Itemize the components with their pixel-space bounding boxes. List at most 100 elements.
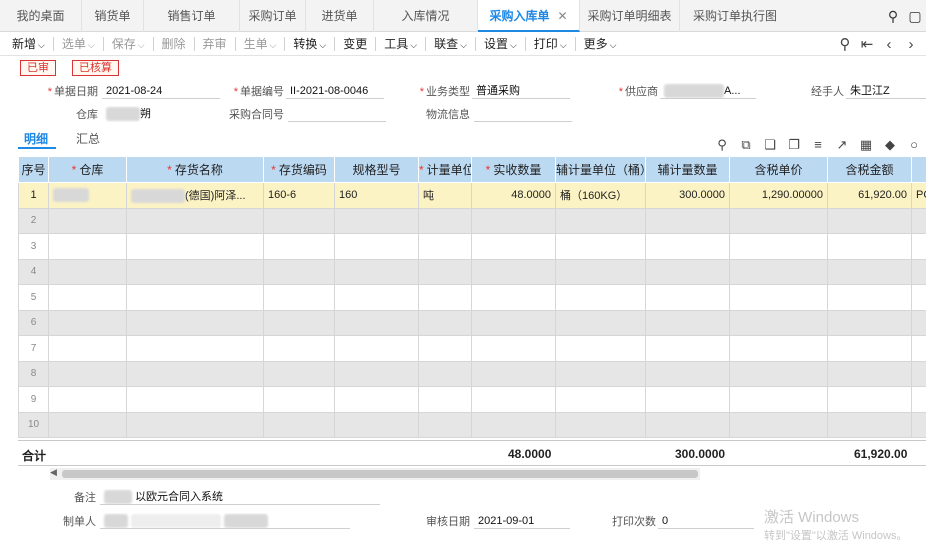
warehouse-input[interactable]: 朔 bbox=[102, 106, 162, 122]
table-row[interactable]: 6 bbox=[18, 309, 926, 336]
tab-po-detail[interactable]: 采购订单明细表 bbox=[580, 0, 680, 32]
cell[interactable] bbox=[48, 335, 127, 362]
cell-unit[interactable]: 吨 bbox=[418, 182, 472, 209]
tab-purchase-order[interactable]: 采购订单 bbox=[240, 0, 306, 32]
cell[interactable] bbox=[645, 411, 730, 438]
cell[interactable] bbox=[645, 258, 730, 285]
cell[interactable] bbox=[645, 360, 730, 387]
cell[interactable] bbox=[729, 258, 828, 285]
close-icon[interactable]: ✕ bbox=[557, 9, 567, 23]
linked-query-button[interactable]: 联查 ⌵ bbox=[428, 32, 473, 56]
table-row[interactable]: 2 bbox=[18, 207, 926, 234]
cell[interactable] bbox=[418, 411, 472, 438]
unaudit-button[interactable]: 弃审 bbox=[197, 32, 233, 56]
cell[interactable] bbox=[471, 284, 556, 311]
cell[interactable] bbox=[555, 386, 646, 413]
cell-amount[interactable]: 61,920.00 bbox=[827, 182, 912, 209]
cell[interactable] bbox=[263, 386, 335, 413]
location-icon[interactable]: ⚲ bbox=[710, 137, 734, 153]
cell-aux-unit[interactable]: 桶（160KG） bbox=[555, 182, 646, 209]
cell[interactable] bbox=[827, 335, 912, 362]
cell[interactable] bbox=[555, 207, 646, 234]
cell[interactable] bbox=[911, 258, 926, 285]
col-header-amount[interactable]: 含税金额 bbox=[827, 156, 912, 183]
cell[interactable] bbox=[263, 207, 335, 234]
col-header-aux-unit[interactable]: 辅计量单位（桶） bbox=[555, 156, 646, 183]
col-header-index[interactable]: 序号 bbox=[18, 156, 49, 183]
col-header-item-name[interactable]: * 存货名称 bbox=[126, 156, 264, 183]
cell[interactable] bbox=[555, 335, 646, 362]
cell[interactable] bbox=[48, 258, 127, 285]
cell[interactable] bbox=[471, 233, 556, 260]
subtab-detail[interactable]: 明细 bbox=[24, 130, 48, 147]
cell-extra[interactable]: PC bbox=[911, 182, 926, 209]
cell[interactable] bbox=[126, 207, 264, 234]
col-header-aux-qty[interactable]: 辅计量数量 bbox=[645, 156, 730, 183]
col-header-spec[interactable]: 规格型号 bbox=[334, 156, 419, 183]
cell[interactable] bbox=[729, 386, 828, 413]
cell[interactable] bbox=[645, 386, 730, 413]
cell-spec[interactable]: 160 bbox=[334, 182, 419, 209]
cell[interactable] bbox=[729, 207, 828, 234]
cell[interactable] bbox=[126, 309, 264, 336]
cell[interactable] bbox=[645, 335, 730, 362]
cell[interactable] bbox=[126, 411, 264, 438]
find-icon[interactable]: ⚲ bbox=[834, 35, 856, 53]
cell[interactable] bbox=[645, 309, 730, 336]
cell[interactable] bbox=[48, 386, 127, 413]
cell[interactable] bbox=[911, 309, 926, 336]
cell[interactable] bbox=[126, 233, 264, 260]
table-row[interactable]: 9 bbox=[18, 386, 926, 413]
cell[interactable] bbox=[555, 233, 646, 260]
cell[interactable] bbox=[555, 309, 646, 336]
cell-price[interactable]: 1,290.00000 bbox=[729, 182, 828, 209]
cell[interactable] bbox=[827, 386, 912, 413]
supplier-input[interactable]: A... bbox=[660, 83, 756, 99]
cell-aux-qty[interactable]: 300.0000 bbox=[645, 182, 730, 209]
tab-my-desktop[interactable]: 我的桌面 bbox=[0, 0, 82, 32]
cell[interactable] bbox=[645, 233, 730, 260]
cell[interactable] bbox=[263, 284, 335, 311]
col-header-qty[interactable]: * 实收数量 bbox=[471, 156, 556, 183]
tab-sales-delivery[interactable]: 销货单 bbox=[82, 0, 144, 32]
col-header-extra[interactable] bbox=[911, 156, 926, 183]
cell[interactable] bbox=[263, 233, 335, 260]
cell[interactable] bbox=[48, 309, 127, 336]
batch-icon[interactable]: ❐ bbox=[782, 137, 806, 153]
cell[interactable] bbox=[729, 233, 828, 260]
cell[interactable] bbox=[729, 411, 828, 438]
horizontal-scrollbar[interactable]: ◀ bbox=[50, 467, 700, 480]
code-input[interactable]: II-2021-08-0046 bbox=[286, 83, 384, 99]
cell[interactable] bbox=[334, 258, 419, 285]
cell[interactable] bbox=[48, 284, 127, 311]
copy-row-icon[interactable]: ⧉ bbox=[734, 137, 758, 153]
cell[interactable] bbox=[827, 233, 912, 260]
cell[interactable] bbox=[729, 335, 828, 362]
first-record-icon[interactable]: ⇤ bbox=[856, 35, 878, 53]
cell[interactable] bbox=[555, 411, 646, 438]
cell[interactable] bbox=[911, 284, 926, 311]
cell[interactable] bbox=[911, 411, 926, 438]
cell[interactable] bbox=[729, 360, 828, 387]
cell[interactable] bbox=[911, 386, 926, 413]
col-header-item-code[interactable]: * 存货编码 bbox=[263, 156, 335, 183]
cell[interactable] bbox=[418, 386, 472, 413]
select-button[interactable]: 选单 ⌵ bbox=[56, 32, 101, 56]
cell[interactable] bbox=[827, 284, 912, 311]
cell-warehouse[interactable] bbox=[48, 182, 127, 209]
cell[interactable] bbox=[729, 284, 828, 311]
cell[interactable] bbox=[471, 258, 556, 285]
cell[interactable] bbox=[827, 360, 912, 387]
table-row[interactable]: 8 bbox=[18, 360, 926, 387]
cell[interactable] bbox=[827, 411, 912, 438]
logistics-input[interactable] bbox=[474, 106, 572, 122]
delete-button[interactable]: 删除 bbox=[156, 32, 192, 56]
cell[interactable] bbox=[911, 233, 926, 260]
prev-record-icon[interactable]: ‹ bbox=[878, 36, 900, 53]
tag-icon[interactable]: ◆ bbox=[878, 137, 902, 153]
print-button[interactable]: 打印 ⌵ bbox=[528, 32, 573, 56]
table-row[interactable]: 4 bbox=[18, 258, 926, 285]
cell[interactable] bbox=[48, 411, 127, 438]
cell[interactable] bbox=[827, 207, 912, 234]
scrollbar-thumb[interactable] bbox=[62, 470, 698, 478]
